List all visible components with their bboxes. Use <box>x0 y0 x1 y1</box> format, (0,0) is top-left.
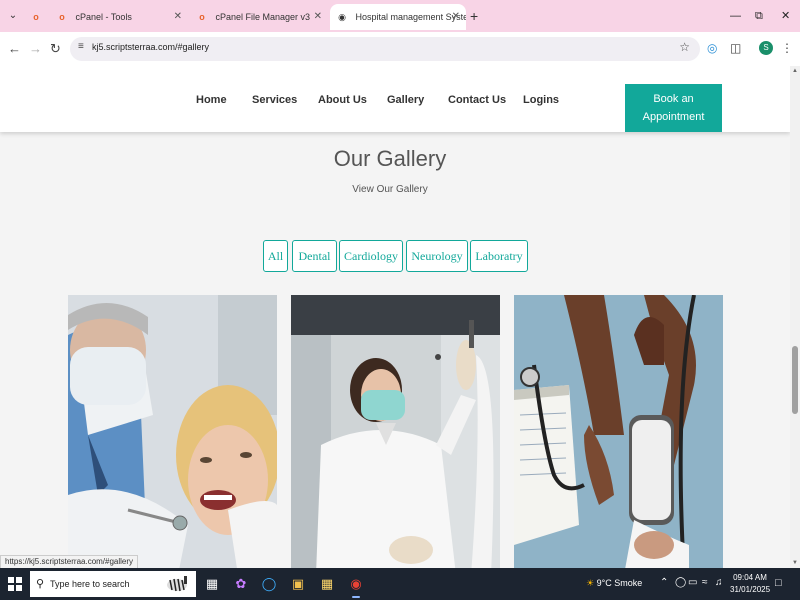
minimize-icon[interactable]: — <box>730 8 741 24</box>
tab-title: Hospital management System <box>355 12 466 22</box>
tab-title: cPanel File Manager v3 <box>215 12 311 22</box>
clock-time: 09:04 AM <box>733 573 767 582</box>
nav-gallery[interactable]: Gallery <box>387 93 424 107</box>
search-icon: ⚲ <box>36 578 45 590</box>
cpanel-icon: о <box>199 12 205 22</box>
filter-dental-button[interactable]: Dental <box>292 240 337 272</box>
wifi-icon[interactable]: ≈ <box>702 577 708 588</box>
nav-services[interactable]: Services <box>252 93 297 107</box>
close-tab-icon[interactable]: ✕ <box>314 4 322 30</box>
browser-toolbar: ← → ↻ ≡ kj5.scriptsterraa.com/#gallery ☆ <box>0 32 800 66</box>
weather-sun-icon: ☀ <box>586 578 595 588</box>
volume-icon[interactable]: ♫ <box>715 577 723 588</box>
tray-overflow-icon[interactable]: ⌃ <box>660 577 668 588</box>
gallery-title: Our Gallery <box>333 146 447 171</box>
zebra-search-highlight-icon <box>162 573 192 595</box>
link-status-bubble: https://kj5.scriptsterraa.com/#gallery <box>0 555 139 569</box>
weather-widget[interactable]: ☀ 9°C Smoke <box>586 578 642 589</box>
copilot-icon[interactable]: ✿ <box>232 575 250 593</box>
gallery-subtitle: View Our Gallery <box>352 184 428 195</box>
notification-icon[interactable]: □ <box>775 577 782 589</box>
dentist-photo <box>68 295 277 568</box>
taskbar-clock[interactable]: 09:04 AM 31/01/2025 <box>730 572 770 596</box>
site-navbar: Home Services About Us Gallery Contact U… <box>0 66 790 132</box>
weather-text: 9°C Smoke <box>596 578 643 588</box>
windows-taskbar: ⚲ Type here to search ▦ ✿ ◯ ▣ ▦ ◉ ☀ 9°C … <box>0 568 800 600</box>
nav-contact-us[interactable]: Contact Us <box>448 93 506 107</box>
chrome-icon[interactable]: ◉ <box>347 575 365 598</box>
lab-technician-photo <box>291 295 500 568</box>
gallery-image-cardiology[interactable] <box>514 295 723 568</box>
pinned-tab[interactable]: о <box>26 4 46 30</box>
browser-tabstrip: ⌄ о о cPanel - Tools ✕ о cPanel File Man… <box>0 0 800 32</box>
cpanel-icon: о <box>33 12 39 22</box>
bookmark-star-icon[interactable]: ☆ <box>679 40 690 54</box>
scroll-down-icon[interactable]: ▼ <box>792 560 798 566</box>
page-viewport: Home Services About Us Gallery Contact U… <box>0 66 790 568</box>
nav-logins[interactable]: Logins <box>523 93 559 107</box>
battery-icon[interactable]: ▭ <box>688 577 697 588</box>
page-scrollbar[interactable]: ▲ ▼ <box>790 66 800 568</box>
filter-laboratry-button[interactable]: Laboratry <box>470 240 528 272</box>
address-url[interactable]: kj5.scriptsterraa.com/#gallery <box>92 42 209 52</box>
search-placeholder: Type here to search <box>50 579 130 589</box>
clock-date: 31/01/2025 <box>730 585 771 594</box>
browser-menu-icon[interactable]: ⋮ <box>781 40 793 56</box>
profile-avatar[interactable]: S <box>759 41 773 55</box>
tab-hospital-management[interactable]: ◉ Hospital management System ✕ <box>330 4 466 30</box>
gallery-image-laboratory[interactable] <box>291 295 500 568</box>
site-info-icon[interactable]: ≡ <box>78 41 84 52</box>
edge-browser-icon[interactable]: ◯ <box>260 575 278 593</box>
gallery-image-dental[interactable] <box>68 295 277 568</box>
close-tab-icon[interactable]: ✕ <box>174 4 182 30</box>
extensions-puzzle-icon[interactable]: ◫ <box>730 40 741 56</box>
address-bar[interactable]: ≡ kj5.scriptsterraa.com/#gallery ☆ <box>70 37 700 61</box>
nav-home[interactable]: Home <box>196 93 227 107</box>
back-icon[interactable]: ← <box>8 40 21 58</box>
tray-app-icon[interactable]: ◯ <box>675 577 686 588</box>
cpanel-icon: о <box>59 12 65 22</box>
task-view-icon[interactable]: ▦ <box>203 575 221 593</box>
reload-icon[interactable]: ↻ <box>50 40 61 58</box>
restore-icon[interactable]: ⧉ <box>755 8 763 24</box>
windows-start-icon[interactable] <box>8 577 22 591</box>
tab-cpanel-file-manager[interactable]: о cPanel File Manager v3 ✕ <box>190 4 328 30</box>
cta-line-1: Book an <box>653 93 694 105</box>
store-icon[interactable]: ▦ <box>318 575 336 593</box>
scrollbar-thumb[interactable] <box>792 346 798 414</box>
filter-all-button[interactable]: All <box>263 240 288 272</box>
filter-cardiology-button[interactable]: Cardiology <box>339 240 403 272</box>
window-close-icon[interactable]: ✕ <box>781 8 790 24</box>
blood-pressure-photo <box>514 295 723 568</box>
globe-icon: ◉ <box>338 12 346 22</box>
extension-icon[interactable]: ◎ <box>707 40 717 56</box>
close-tab-icon[interactable]: ✕ <box>452 4 460 30</box>
nav-about-us[interactable]: About Us <box>318 93 367 107</box>
filter-neurology-button[interactable]: Neurology <box>406 240 468 272</box>
tab-cpanel-tools[interactable]: о cPanel - Tools ✕ <box>50 4 188 30</box>
scroll-up-icon[interactable]: ▲ <box>792 68 798 74</box>
file-explorer-icon[interactable]: ▣ <box>289 575 307 593</box>
forward-icon[interactable]: → <box>29 40 42 58</box>
taskbar-search-box[interactable]: ⚲ Type here to search <box>30 571 196 597</box>
book-appointment-button[interactable]: Book an Appointment <box>625 84 722 132</box>
cta-line-2: Appointment <box>642 111 705 123</box>
new-tab-icon[interactable]: + <box>470 7 478 25</box>
tab-title: cPanel - Tools <box>75 12 132 22</box>
tab-search-chevron-icon[interactable]: ⌄ <box>4 7 22 25</box>
